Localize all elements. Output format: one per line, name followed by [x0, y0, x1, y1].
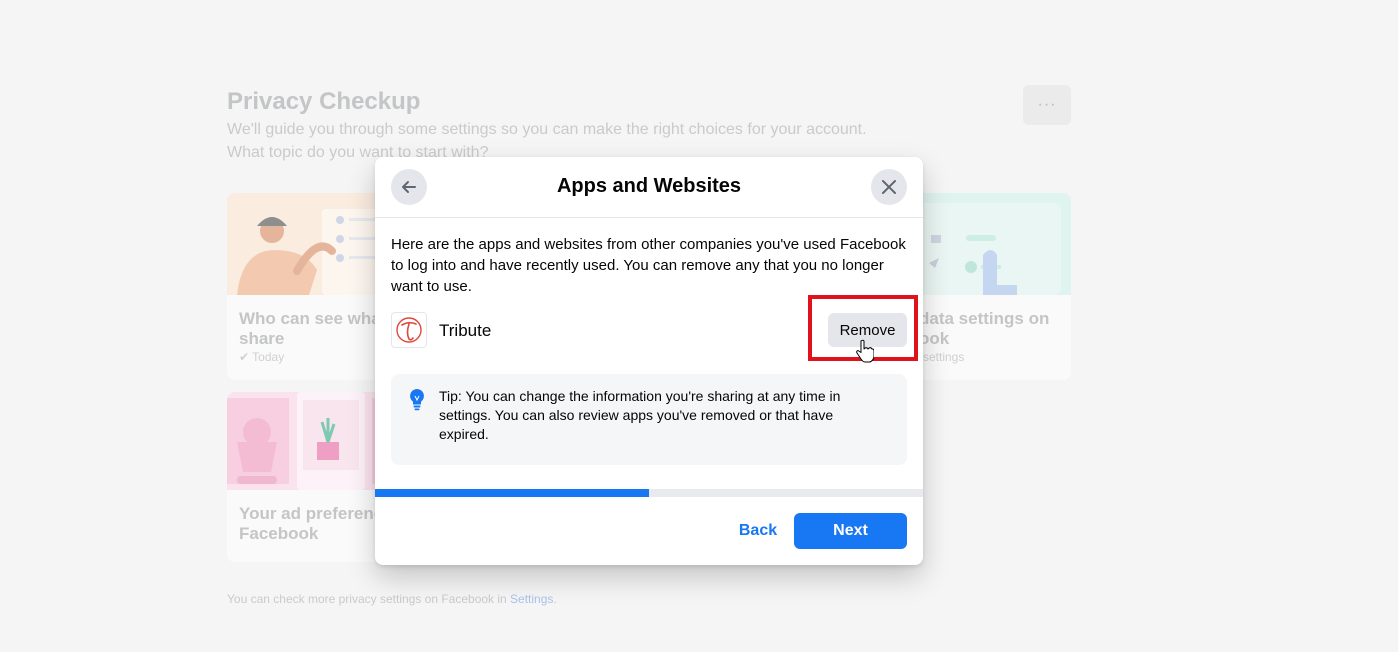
page-footer-text: You can check more privacy settings on F… — [227, 592, 557, 606]
app-list-item: Tribute Remove — [391, 312, 907, 350]
page-title: Privacy Checkup — [227, 88, 421, 115]
dialog-description: Here are the apps and websites from othe… — [391, 236, 906, 295]
app-name: Tribute — [439, 321, 492, 340]
card-meta: settings — [923, 350, 965, 364]
footer-text: You can check more privacy settings on F… — [227, 592, 511, 606]
tribute-app-logo — [391, 312, 427, 348]
card-title-line-1: data settings on — [919, 309, 1050, 328]
hand-cursor-icon — [856, 339, 874, 363]
card-title-line-1: Who can see what — [239, 309, 387, 328]
progress-bar — [375, 489, 923, 497]
dialog-title: Apps and Websites — [556, 175, 742, 197]
card-title-line-2: ook — [919, 329, 950, 348]
dialog-header: Apps and Websites — [375, 157, 923, 218]
tip-box: Tip: You can change the information you'… — [391, 374, 907, 465]
card-title-line-1: Your ad preferenc — [239, 504, 384, 523]
page-subtitle-line-1: We'll guide you through some settings so… — [227, 121, 867, 138]
more-options-button[interactable]: ··· — [1023, 85, 1071, 125]
card-meta-text: Today — [252, 350, 285, 364]
tribute-logo-icon — [396, 317, 422, 343]
close-icon — [882, 180, 896, 194]
card-title-line-2: share — [239, 329, 285, 348]
settings-link[interactable]: Settings — [510, 592, 553, 606]
card-meta: ✔ Today — [239, 350, 284, 364]
footer-period: . — [553, 592, 557, 606]
check-icon: ✔ — [239, 350, 253, 364]
tip-text: Tip: You can change the information you'… — [439, 388, 841, 442]
back-button[interactable]: Back — [729, 513, 787, 549]
next-button[interactable]: Next — [794, 513, 907, 549]
lightbulb-icon — [410, 389, 424, 411]
card-title-line-2: Facebook — [239, 524, 319, 543]
apps-and-websites-dialog: Apps and Websites Here are the apps and … — [375, 157, 923, 565]
close-button[interactable] — [871, 169, 907, 205]
progress-bar-fill — [375, 489, 649, 497]
